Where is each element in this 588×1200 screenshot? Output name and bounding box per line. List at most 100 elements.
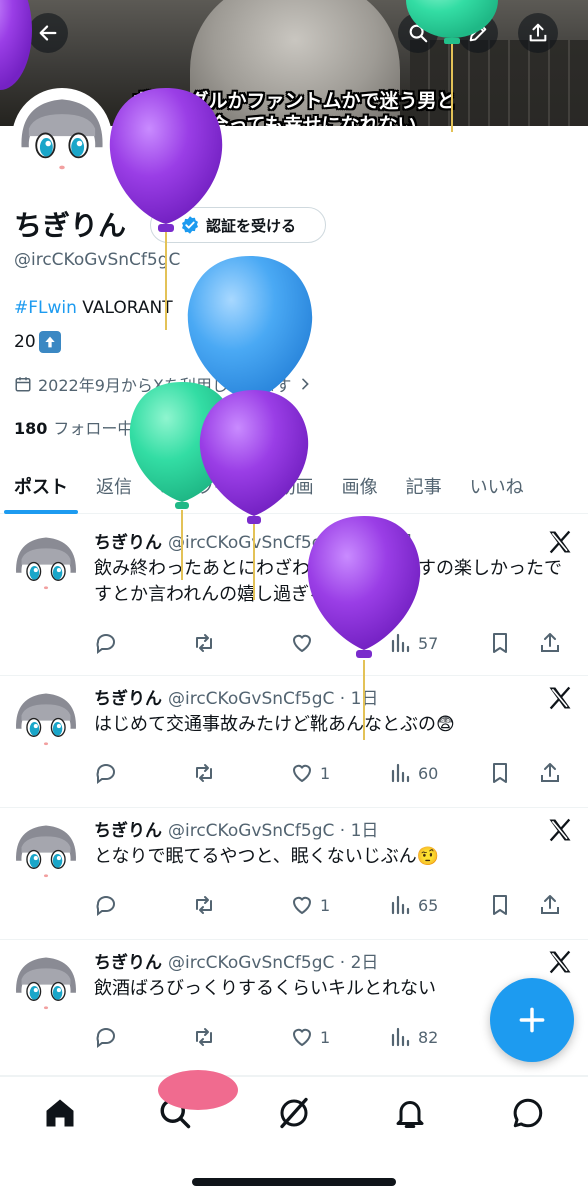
views-chart-icon — [391, 633, 410, 653]
share-icon — [541, 763, 559, 782]
profile-joined-date[interactable]: 2022年9月からXを利用しています — [14, 372, 313, 396]
post-meta: ちぎりん @ircCKoGvSnCf5gC · 2日 — [94, 948, 378, 973]
bio-hashtag-link[interactable]: #FLwin — [14, 298, 77, 318]
profile-tabs: ポスト 返信 ハイライト 動画 画像 記事 いいね — [0, 458, 588, 514]
plus-icon — [519, 1007, 545, 1033]
post-author-name: ちぎりん — [94, 821, 162, 841]
verified-badge-icon — [181, 216, 198, 234]
profile-name: ちぎりん — [14, 209, 127, 242]
post-author-name: ちぎりん — [94, 533, 162, 553]
post-handle-time: @ircCKoGvSnCf5gC · 2日 — [168, 953, 379, 973]
post-item[interactable]: ちぎりん @ircCKoGvSnCf5gC · 10 時間 飲み終わったあとにわざ… — [0, 520, 588, 676]
post-text: となりで眠てるやつと、眠くないじぶん🤨 — [94, 846, 440, 867]
like-button[interactable]: 1 — [290, 893, 388, 917]
views-button[interactable]: 57 — [388, 631, 488, 655]
views-chart-icon — [391, 895, 410, 915]
anime-avatar-image — [12, 532, 80, 600]
followers-count: 32 — [157, 419, 180, 438]
following-label: フォロー中 — [53, 419, 134, 438]
like-button[interactable]: 1 — [290, 1025, 388, 1049]
edit-button[interactable] — [458, 13, 498, 53]
repost-icon — [196, 764, 212, 782]
views-count: 60 — [418, 763, 439, 783]
tab-likes[interactable]: いいね — [456, 458, 538, 514]
compose-post-button[interactable] — [490, 978, 574, 1062]
heart-icon — [292, 764, 312, 783]
views-chart-icon — [391, 763, 410, 783]
bookmark-button[interactable] — [488, 631, 538, 655]
bell-icon[interactable] — [392, 1095, 428, 1131]
calendar-icon — [15, 377, 31, 392]
reply-button[interactable] — [94, 1025, 192, 1049]
pencil-icon — [469, 24, 487, 42]
profile-bio-line1: #FLwin VALORANT — [14, 298, 173, 318]
heart-icon — [292, 896, 312, 915]
repost-button[interactable] — [192, 893, 290, 917]
followers-link[interactable]: 32 フォロワー — [157, 415, 265, 439]
repost-icon — [196, 896, 212, 914]
post-avatar[interactable] — [12, 532, 80, 600]
up-arrow-emoji-icon — [38, 331, 61, 353]
post-avatar[interactable] — [12, 688, 80, 756]
views-button[interactable]: 82 — [388, 1025, 488, 1049]
search-icon[interactable] — [157, 1095, 193, 1131]
profile-handle: @ircCKoGvSnCf5gC — [14, 250, 181, 270]
joined-text: 2022年9月からXを利用しています — [38, 376, 292, 395]
reply-button[interactable] — [94, 631, 192, 655]
tab-replies[interactable]: 返信 — [82, 458, 146, 514]
repost-icon — [196, 1028, 212, 1046]
bookmark-button[interactable] — [488, 893, 538, 917]
heart-icon — [292, 1028, 312, 1047]
reply-button[interactable] — [94, 761, 192, 785]
tab-posts[interactable]: ポスト — [0, 458, 82, 514]
post-meta: ちぎりん @ircCKoGvSnCf5gC · 1日 — [94, 816, 378, 841]
repost-button[interactable] — [192, 631, 290, 655]
share-icon — [529, 23, 547, 42]
share-post-button[interactable] — [538, 761, 568, 785]
views-button[interactable]: 65 — [388, 893, 488, 917]
following-count: 180 — [14, 419, 48, 438]
post-avatar[interactable] — [12, 952, 80, 1020]
get-verified-label: 認証を受ける — [205, 216, 296, 235]
following-link[interactable]: 180 フォロー中 — [14, 415, 133, 439]
bookmark-button[interactable] — [488, 761, 538, 785]
home-icon[interactable] — [42, 1095, 78, 1131]
anime-avatar-image — [16, 92, 108, 184]
share-icon — [541, 633, 559, 652]
views-button[interactable]: 60 — [388, 761, 488, 785]
followers-label: フォロワー — [185, 419, 266, 438]
tab-images[interactable]: 画像 — [328, 458, 392, 514]
post-meta: ちぎりん @ircCKoGvSnCf5gC · 10 時間 — [94, 528, 412, 553]
bio-line2-text: 20 — [14, 332, 36, 352]
post-author-name: ちぎりん — [94, 953, 162, 973]
tab-videos[interactable]: 動画 — [264, 458, 328, 514]
back-button[interactable] — [28, 13, 68, 53]
repost-button[interactable] — [192, 1025, 290, 1049]
reply-button[interactable] — [94, 893, 192, 917]
bookmark-icon — [493, 633, 507, 653]
share-post-button[interactable] — [538, 893, 568, 917]
bookmark-icon — [493, 763, 507, 783]
heart-icon — [292, 634, 312, 653]
get-verified-button[interactable]: 認証を受ける — [150, 207, 326, 243]
post-author-name: ちぎりん — [94, 689, 162, 709]
post-item[interactable]: ちぎりん @ircCKoGvSnCf5gC · 1日 となりで眠てるやつと、眠くな… — [0, 808, 588, 940]
like-button[interactable]: 1 — [290, 761, 388, 785]
post-item[interactable]: ちぎりん @ircCKoGvSnCf5gC · 1日 はじめて交通事故みたけど靴あ… — [0, 676, 588, 808]
tab-articles[interactable]: 記事 — [392, 458, 456, 514]
repost-button[interactable] — [192, 761, 290, 785]
share-post-button[interactable] — [538, 631, 568, 655]
like-button[interactable] — [290, 631, 388, 655]
messages-icon[interactable] — [510, 1095, 546, 1131]
grok-icon[interactable] — [276, 1095, 312, 1131]
views-count: 65 — [418, 895, 439, 915]
bio-text: VALORANT — [76, 298, 173, 318]
tab-highlights[interactable]: ハイライト — [146, 458, 264, 514]
post-actions: 1 60 — [94, 760, 576, 786]
repost-icon — [196, 634, 212, 652]
post-handle-time: @ircCKoGvSnCf5gC · 1日 — [168, 821, 379, 841]
post-avatar[interactable] — [12, 820, 80, 888]
share-profile-button[interactable] — [518, 13, 558, 53]
profile-avatar[interactable] — [12, 88, 112, 188]
search-button[interactable] — [398, 13, 438, 53]
